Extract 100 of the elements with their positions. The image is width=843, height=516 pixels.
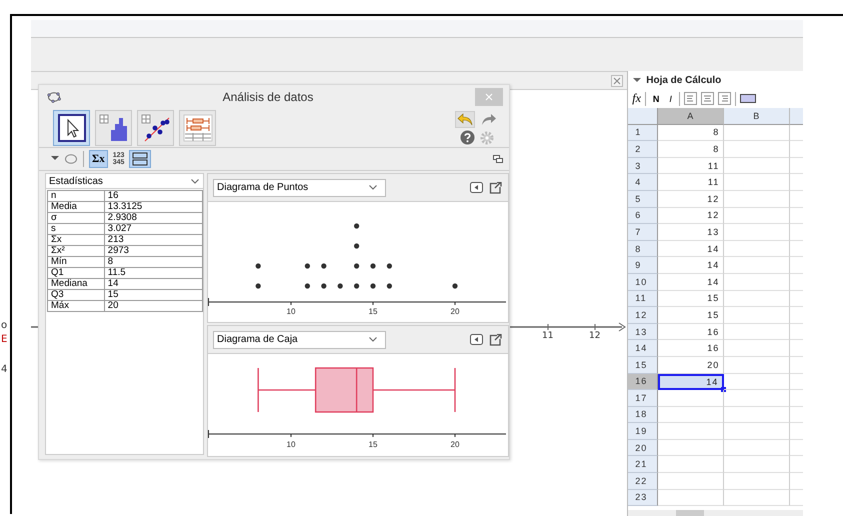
row-header[interactable]: 14	[628, 340, 658, 357]
table-cell[interactable]	[790, 290, 803, 308]
border-icon[interactable]	[740, 94, 756, 103]
row-header[interactable]: 15	[628, 356, 658, 374]
row-header[interactable]: 17	[628, 390, 658, 407]
table-cell[interactable]: 14	[658, 274, 724, 291]
table-cell[interactable]: 14	[658, 257, 724, 274]
table-cell[interactable]	[658, 473, 724, 490]
table-cell[interactable]	[658, 390, 724, 407]
table-cell[interactable]: 8	[658, 141, 724, 158]
app-logo-icon	[47, 91, 61, 103]
table-cell[interactable]: 14	[658, 374, 724, 390]
column-header[interactable]: A	[658, 108, 724, 125]
undock-icon[interactable]	[493, 155, 503, 163]
table-cell[interactable]	[658, 406, 724, 424]
row-header[interactable]: 16	[628, 374, 658, 390]
scroll-thumb[interactable]	[676, 510, 704, 516]
table-cell[interactable]: 12	[658, 190, 724, 208]
row-header[interactable]: 3	[628, 158, 658, 174]
table-cell: s	[48, 224, 104, 234]
layout-button[interactable]	[129, 150, 152, 168]
statistics-button[interactable]: Σx	[89, 150, 108, 168]
cut-label: E	[1, 334, 8, 346]
align-icon[interactable]	[718, 92, 731, 105]
plot-type-dropdown[interactable]: Diagrama de Caja	[213, 330, 386, 348]
fill-handle[interactable]	[721, 387, 726, 392]
mode-button[interactable]	[53, 110, 90, 146]
table-cell[interactable]	[658, 440, 724, 456]
table-cell[interactable]	[790, 124, 803, 142]
row-header[interactable]: 20	[628, 440, 658, 456]
formula-icon[interactable]: fx	[632, 91, 641, 106]
row-header[interactable]: 1	[628, 124, 658, 142]
row-header[interactable]: 12	[628, 307, 658, 324]
chevron-icon	[369, 185, 377, 190]
table-cell[interactable]: 16	[658, 324, 724, 340]
bold-button[interactable]: N	[650, 94, 662, 104]
cut-label: 4	[1, 364, 8, 376]
table-cell[interactable]	[790, 406, 803, 424]
axis-label: 12	[589, 331, 600, 341]
table-cell[interactable]	[790, 374, 803, 390]
table-cell: 16	[104, 190, 202, 202]
table-cell[interactable]	[658, 423, 724, 440]
row-header[interactable]: 19	[628, 423, 658, 440]
row-header[interactable]: 13	[628, 324, 658, 340]
row-header[interactable]: 11	[628, 290, 658, 308]
ring-icon[interactable]	[64, 153, 78, 165]
row-header[interactable]: 5	[628, 190, 658, 208]
chevron-icon	[369, 337, 377, 342]
table-cell[interactable]: 15	[658, 307, 724, 324]
table-cell[interactable]	[790, 490, 803, 506]
chevron-icon	[191, 178, 199, 184]
export-icon[interactable]	[489, 334, 502, 346]
undo-button[interactable]	[455, 110, 475, 128]
close-button[interactable]	[611, 74, 624, 86]
table-cell[interactable]	[658, 456, 724, 474]
row-header[interactable]: 9	[628, 257, 658, 274]
mode-button[interactable]	[95, 110, 132, 146]
row-header[interactable]: 21	[628, 456, 658, 474]
row-header[interactable]: 6	[628, 208, 658, 224]
table-cell: n	[48, 190, 104, 202]
close-button[interactable]	[475, 88, 503, 106]
table-cell[interactable]	[790, 208, 803, 224]
table-cell[interactable]: 12	[658, 208, 724, 224]
row-header[interactable]: 18	[628, 406, 658, 424]
align-icon[interactable]	[684, 92, 697, 105]
row-header[interactable]: 7	[628, 224, 658, 241]
align-icon[interactable]	[700, 92, 714, 105]
row-header[interactable]: 8	[628, 240, 658, 258]
table-cell[interactable]: 15	[658, 290, 724, 308]
table-cell[interactable]: 11	[658, 158, 724, 174]
collapse-icon[interactable]	[633, 77, 642, 83]
row-header[interactable]: 23	[628, 490, 658, 506]
mode-button[interactable]	[137, 110, 174, 146]
column-header[interactable]: B	[724, 108, 790, 125]
dropdown-icon[interactable]	[51, 156, 59, 162]
table-cell[interactable]	[790, 324, 803, 340]
corner-cell[interactable]	[628, 108, 658, 125]
table-cell[interactable]: 14	[658, 240, 724, 258]
window-title: Análisis de datos	[222, 90, 314, 104]
row-header[interactable]: 2	[628, 141, 658, 158]
table-cell: Q1	[48, 268, 104, 278]
options-icon[interactable]	[470, 182, 483, 192]
table-cell[interactable]: 16	[658, 340, 724, 357]
help-icon[interactable]	[460, 130, 474, 145]
table-cell: 213	[104, 234, 202, 246]
table-cell[interactable]: 8	[658, 124, 724, 142]
table-cell[interactable]: 13	[658, 224, 724, 241]
italic-button[interactable]: I	[666, 94, 675, 104]
plot-type-dropdown[interactable]: Diagrama de Puntos	[213, 178, 386, 196]
axis-label: 15	[368, 440, 378, 449]
row-header[interactable]: 22	[628, 473, 658, 490]
table-cell: Mediana	[48, 278, 104, 290]
row-header[interactable]: 10	[628, 274, 658, 291]
export-icon[interactable]	[489, 182, 502, 194]
statistics-dropdown[interactable]: Estadísticas	[46, 174, 203, 189]
column-header[interactable]	[790, 108, 803, 125]
table-cell[interactable]: 11	[658, 174, 724, 191]
row-header[interactable]: 4	[628, 174, 658, 191]
options-icon[interactable]	[470, 334, 483, 344]
table-cell[interactable]	[658, 490, 724, 506]
